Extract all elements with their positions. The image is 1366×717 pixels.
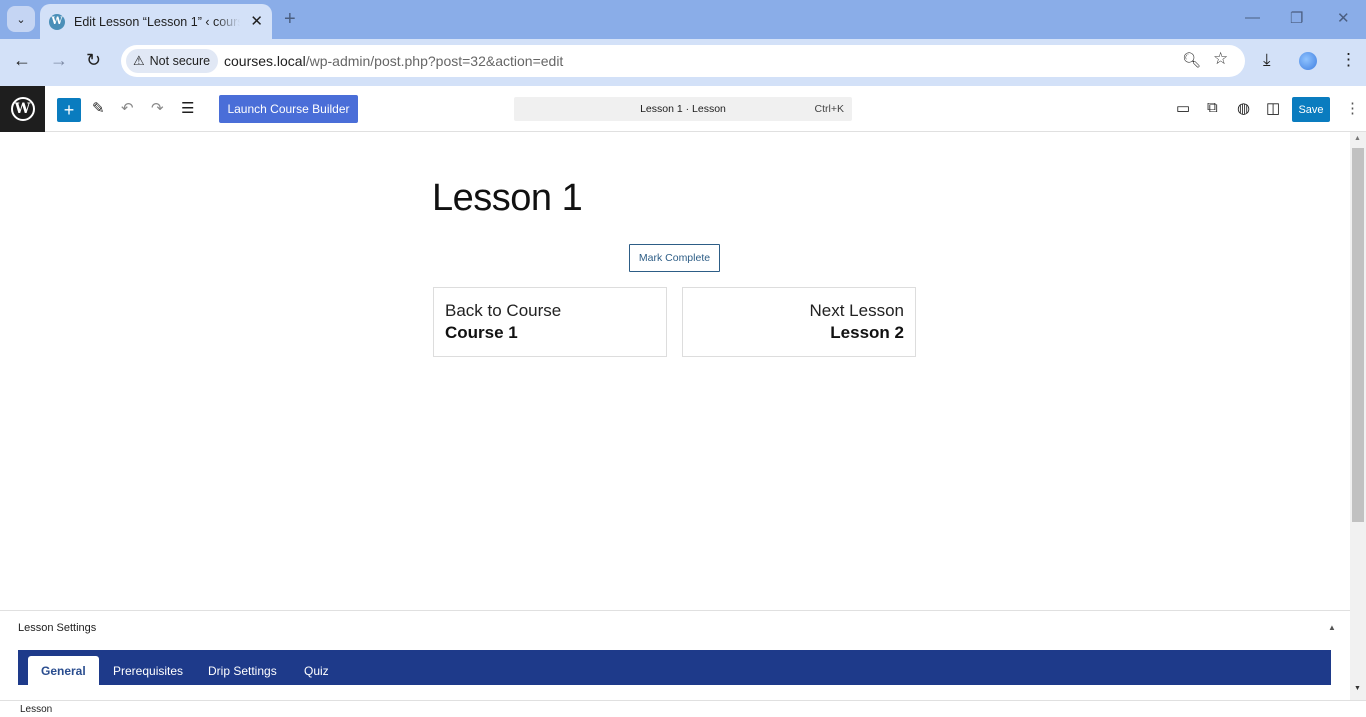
editor-canvas: Lesson 1 Mark Complete Back to Course Co… — [0, 132, 1350, 610]
publish-icon[interactable]: ◍ — [1237, 99, 1250, 117]
url-path: /wp-admin/post.php?post=32&action=edit — [305, 53, 564, 69]
plus-icon[interactable]: + — [284, 8, 296, 31]
device-preview-icon[interactable]: ▭ — [1176, 99, 1190, 117]
pencil-tools-icon[interactable]: ✎ — [92, 99, 105, 117]
back-to-course-card[interactable]: Back to Course Course 1 — [433, 287, 667, 357]
close-window-icon[interactable]: ✕ — [1337, 9, 1350, 27]
collapse-icon[interactable]: ▲ — [1328, 623, 1336, 632]
tab-title: Edit Lesson “Lesson 1” ‹ courses.local —… — [74, 14, 240, 29]
next-card-value: Lesson 2 — [830, 323, 904, 342]
wordpress-icon: W — [49, 13, 65, 30]
close-icon[interactable]: ✕ — [250, 12, 263, 30]
warning-icon: ⚠ — [133, 53, 145, 68]
browser-chrome: ⌄ W Edit Lesson “Lesson 1” ‹ courses.loc… — [0, 0, 1366, 86]
tab-prerequisites[interactable]: Prerequisites — [113, 656, 183, 685]
tab-strip: ⌄ W Edit Lesson “Lesson 1” ‹ courses.loc… — [0, 0, 1366, 39]
url-text[interactable]: courses.local/wp-admin/post.php?post=32&… — [224, 53, 563, 69]
minimize-icon[interactable]: — — [1245, 9, 1260, 26]
editor-footer: Lesson — [0, 700, 1366, 717]
arrow-left-icon[interactable]: ← — [13, 50, 31, 71]
command-palette-bar[interactable]: Lesson 1 · Lesson Ctrl+K — [514, 97, 852, 121]
tab-general[interactable]: General — [28, 656, 99, 685]
zoom-out-icon[interactable]: 🔍︎ — [1182, 51, 1201, 69]
reload-icon[interactable]: ↻ — [86, 50, 101, 71]
back-card-label: Back to Course — [445, 301, 562, 320]
undo-icon[interactable]: ↶ — [121, 99, 134, 117]
url-host: courses.local — [224, 53, 306, 69]
scroll-down-icon[interactable]: ▼ — [1354, 685, 1361, 692]
tab-search-button[interactable]: ⌄ — [7, 6, 35, 32]
next-lesson-card[interactable]: Next Lesson Lesson 2 — [682, 287, 916, 357]
lesson-settings-panel: Lesson Settings ▲ General Prerequisites … — [0, 610, 1350, 700]
external-preview-icon[interactable]: ⧉ — [1207, 99, 1218, 116]
shortcut-hint: Ctrl+K — [814, 103, 844, 115]
tab-quiz[interactable]: Quiz — [304, 656, 329, 685]
browser-tab-active[interactable]: W Edit Lesson “Lesson 1” ‹ courses.local… — [40, 4, 272, 39]
security-chip[interactable]: ⚠ Not secure — [126, 49, 219, 73]
download-icon[interactable]: ⤓ — [1263, 50, 1271, 70]
arrow-right-icon[interactable]: → — [50, 50, 68, 71]
document-title: Lesson 1 · Lesson — [640, 103, 726, 115]
restore-icon[interactable]: ❐ — [1290, 9, 1303, 27]
document-overview-icon[interactable]: ☰ — [181, 99, 194, 117]
address-bar[interactable]: ⚠ Not secure courses.local/wp-admin/post… — [121, 45, 1245, 77]
back-card-value: Course 1 — [445, 323, 518, 342]
block-breadcrumb[interactable]: Lesson — [20, 704, 52, 715]
save-button[interactable]: Save — [1292, 97, 1330, 122]
options-menu-icon[interactable]: ⋮ — [1345, 99, 1360, 117]
settings-sidebar-icon[interactable]: ◫ — [1266, 99, 1280, 117]
next-card-label: Next Lesson — [809, 301, 905, 320]
launch-course-builder-button[interactable]: Launch Course Builder — [219, 95, 358, 123]
chevron-down-icon: ⌄ — [16, 13, 26, 26]
redo-icon[interactable]: ↷ — [151, 99, 164, 117]
scrollbar-thumb[interactable] — [1352, 148, 1364, 522]
wordpress-icon: W — [10, 97, 35, 121]
security-label: Not secure — [149, 54, 211, 68]
settings-tab-bar: General Prerequisites Drip Settings Quiz — [18, 650, 1331, 685]
tab-drip-settings[interactable]: Drip Settings — [208, 656, 277, 685]
wordpress-logo-button[interactable]: W — [0, 86, 45, 132]
kebab-menu-icon[interactable]: ⋮ — [1340, 50, 1357, 70]
mark-complete-button[interactable]: Mark Complete — [629, 244, 720, 272]
post-title[interactable]: Lesson 1 — [432, 177, 583, 220]
editor-header: W + ✎ ↶ ↷ ☰ Launch Course Builder Lesson… — [0, 86, 1366, 132]
vertical-scrollbar[interactable]: ▲ ▼ — [1350, 132, 1366, 700]
block-inserter-button[interactable]: + — [57, 98, 81, 122]
lesson-settings-title[interactable]: Lesson Settings — [18, 622, 96, 634]
scroll-up-icon[interactable]: ▲ — [1354, 135, 1361, 142]
browser-toolbar: ← → ↻ ⚠ Not secure courses.local/wp-admi… — [0, 39, 1366, 86]
plus-icon: + — [63, 99, 75, 120]
star-icon[interactable]: ☆ — [1213, 49, 1228, 69]
extension-icon[interactable] — [1299, 52, 1317, 70]
